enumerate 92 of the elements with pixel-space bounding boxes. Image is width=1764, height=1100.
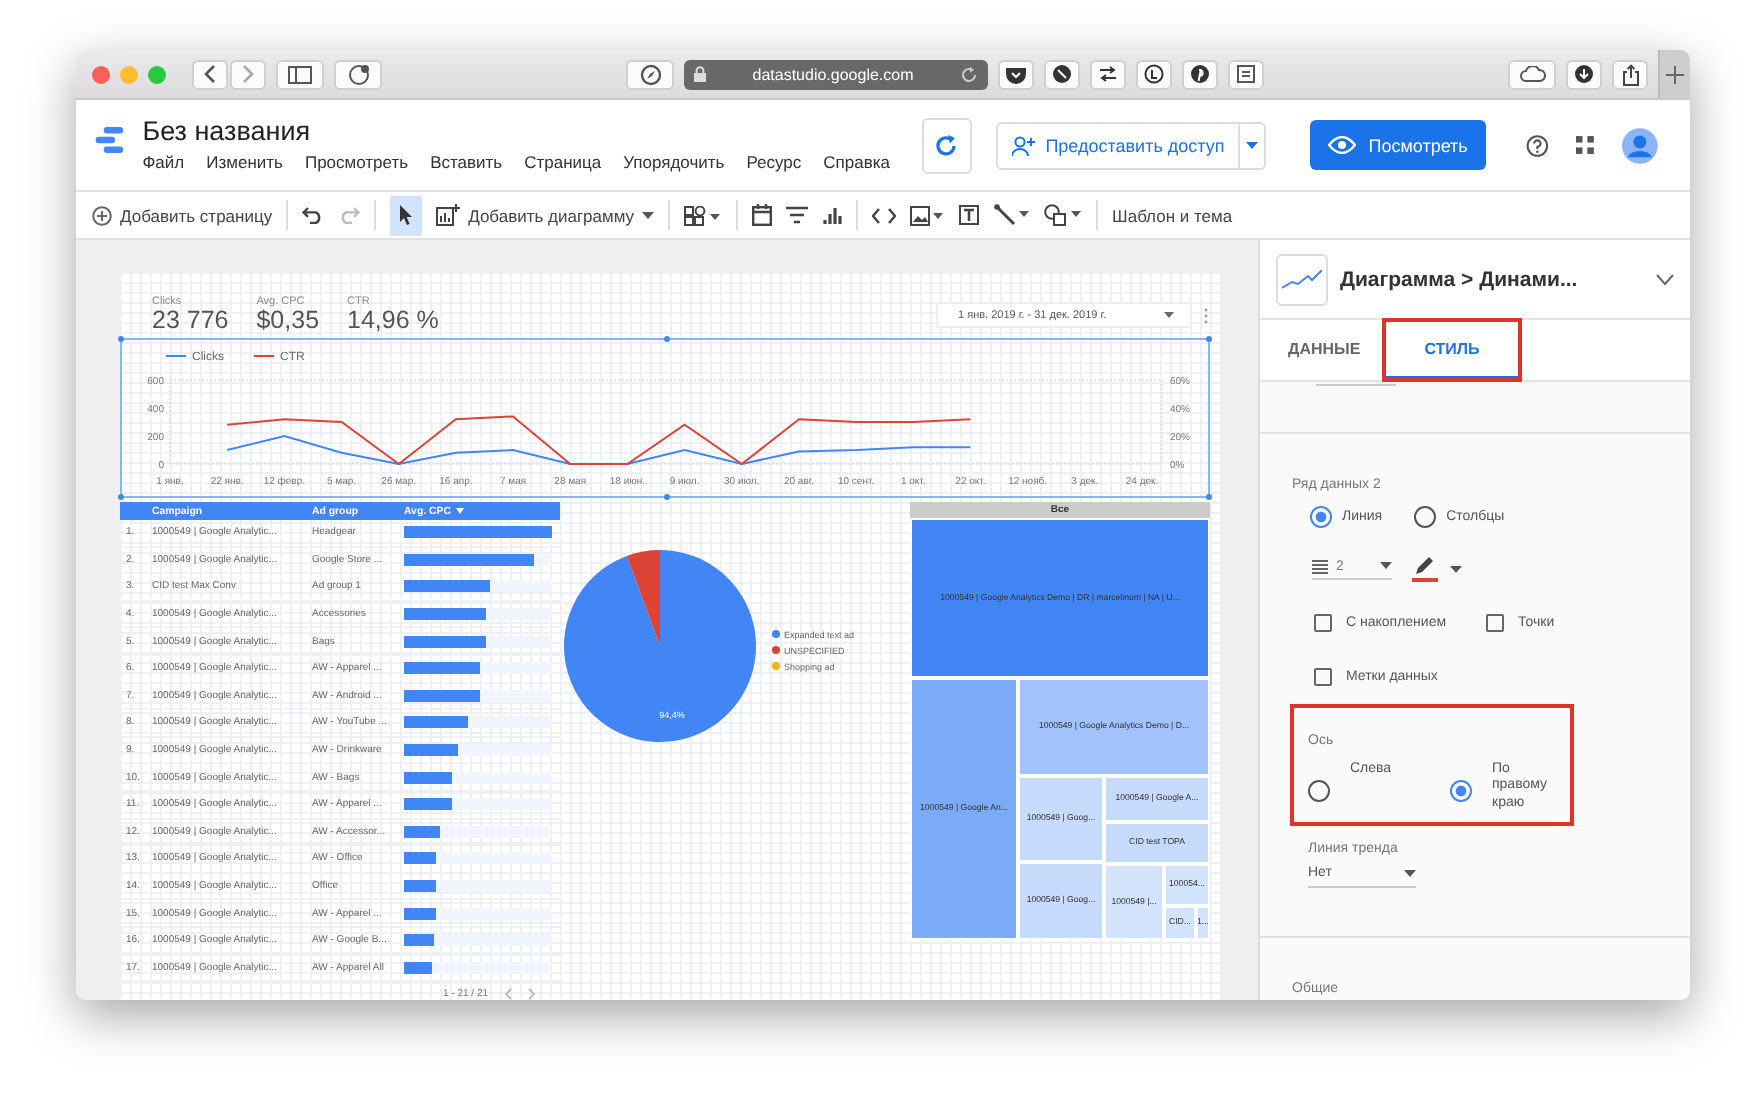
undo-icon[interactable]	[302, 206, 325, 224]
chevron-right-icon	[240, 64, 256, 84]
shapes-icon	[1044, 204, 1083, 226]
image-menu-icon[interactable]	[910, 205, 945, 225]
address-bar[interactable]: datastudio.google.com	[684, 59, 988, 89]
caret-icon[interactable]	[1450, 565, 1462, 573]
checkbox[interactable]	[1486, 614, 1505, 632]
add-chart-button[interactable]: Добавить диаграмму	[436, 204, 655, 226]
controls-menu-icon[interactable]	[684, 205, 723, 225]
radio-button[interactable]	[1414, 506, 1437, 528]
code-icon[interactable]	[872, 207, 897, 223]
circle-badge-icon	[347, 63, 369, 85]
extension-button[interactable]	[1044, 59, 1080, 89]
sidebar-button[interactable]	[276, 59, 324, 89]
chevron-left-icon	[202, 64, 218, 84]
refresh-icon	[934, 133, 959, 157]
download-icon	[1574, 64, 1594, 84]
chart-type-title: Диаграмма > Динами...	[1340, 267, 1580, 291]
text-box-icon[interactable]	[958, 204, 981, 226]
caret-icon	[1246, 141, 1259, 149]
checkbox[interactable]	[1314, 668, 1332, 686]
menu-item[interactable]: Ресурс	[746, 151, 802, 171]
panel-tab[interactable]: ДАННЫЕ	[1272, 320, 1377, 380]
pin-circle-icon	[1190, 64, 1210, 84]
download-button[interactable]	[1566, 59, 1602, 89]
pencil-icon	[1414, 556, 1436, 576]
apps-grid-icon[interactable]	[1576, 134, 1595, 156]
image-icon	[910, 205, 945, 225]
scorecard-value: $0,35	[256, 308, 320, 333]
share-button[interactable]	[1612, 59, 1648, 89]
compass-button[interactable]	[626, 59, 674, 89]
cloud-icon	[1519, 66, 1545, 82]
radio-button[interactable]	[1450, 780, 1472, 802]
pointer-icon	[398, 204, 415, 226]
radio-button[interactable]	[1310, 506, 1332, 528]
line-weight-icon	[1312, 559, 1328, 573]
arrows-extension-button[interactable]	[1090, 59, 1126, 89]
theme-and-layout-button[interactable]: Шаблон и тема	[1112, 205, 1233, 225]
data-control-icon[interactable]	[822, 204, 843, 226]
cloud-button[interactable]	[1508, 59, 1556, 89]
help-icon[interactable]	[1525, 131, 1549, 159]
url-text: datastudio.google.com	[750, 65, 916, 83]
new-tab-button[interactable]	[1658, 50, 1690, 98]
shapes-grid-icon	[684, 205, 723, 225]
compass-icon	[639, 63, 661, 85]
menu-item[interactable]: Страница	[524, 151, 602, 171]
caret-icon	[1380, 562, 1392, 570]
refresh-button[interactable]	[921, 117, 972, 173]
add-page-button[interactable]: Добавить страницу	[92, 205, 273, 225]
panel-tab[interactable]: СТИЛЬ	[1384, 320, 1520, 380]
caret-icon	[1404, 869, 1416, 878]
radio-button[interactable]	[1308, 780, 1330, 802]
plus-circle-icon	[92, 205, 112, 225]
scorecard-value: 23 776	[152, 308, 229, 333]
back-button[interactable]	[192, 59, 228, 89]
report-title[interactable]: Без названия	[142, 115, 890, 145]
add-chart-icon	[436, 204, 461, 226]
menu-item[interactable]: Изменить	[206, 151, 283, 171]
add-person-icon	[1011, 135, 1036, 155]
line-icon	[994, 204, 1031, 226]
avatar-icon[interactable]	[1622, 123, 1658, 167]
reader-extension-button[interactable]	[1228, 59, 1264, 89]
plus-icon	[1666, 65, 1684, 83]
menu-item[interactable]: Упорядочить	[623, 151, 725, 171]
swap-arrows-icon	[1098, 66, 1118, 82]
menu-item[interactable]: Просмотреть	[304, 151, 409, 171]
filter-icon[interactable]	[786, 206, 809, 224]
shape-menu-icon[interactable]	[1044, 204, 1083, 226]
caret-icon	[1164, 312, 1174, 318]
sort-icon[interactable]	[456, 508, 465, 514]
lock-icon	[694, 66, 706, 82]
menu-item[interactable]: Вставить	[430, 151, 503, 171]
line-color-picker[interactable]	[1412, 556, 1438, 582]
line-chart-thumbnail-icon	[1276, 253, 1328, 305]
sidebar-icon	[288, 65, 312, 83]
reload-icon[interactable]	[960, 65, 978, 83]
checkbox[interactable]	[1314, 614, 1332, 632]
menu-item[interactable]: Справка	[823, 151, 890, 171]
view-button[interactable]: Посмотреть	[1310, 120, 1486, 170]
slash-circle-icon	[1052, 64, 1072, 84]
extension-button[interactable]	[1136, 59, 1172, 89]
chevron-down-icon[interactable]	[1656, 273, 1674, 285]
share-icon	[1621, 63, 1639, 85]
document-icon	[1236, 64, 1256, 84]
caret-icon	[642, 211, 655, 219]
line-menu-icon[interactable]	[994, 204, 1031, 226]
calendar-icon[interactable]	[752, 204, 773, 226]
menu-item[interactable]: Файл	[142, 151, 185, 171]
scorecard-value: 14,96 %	[347, 308, 439, 333]
letter-circle-icon	[1144, 64, 1164, 84]
eye-icon	[1328, 136, 1357, 154]
select-tool-button[interactable]	[390, 195, 423, 235]
